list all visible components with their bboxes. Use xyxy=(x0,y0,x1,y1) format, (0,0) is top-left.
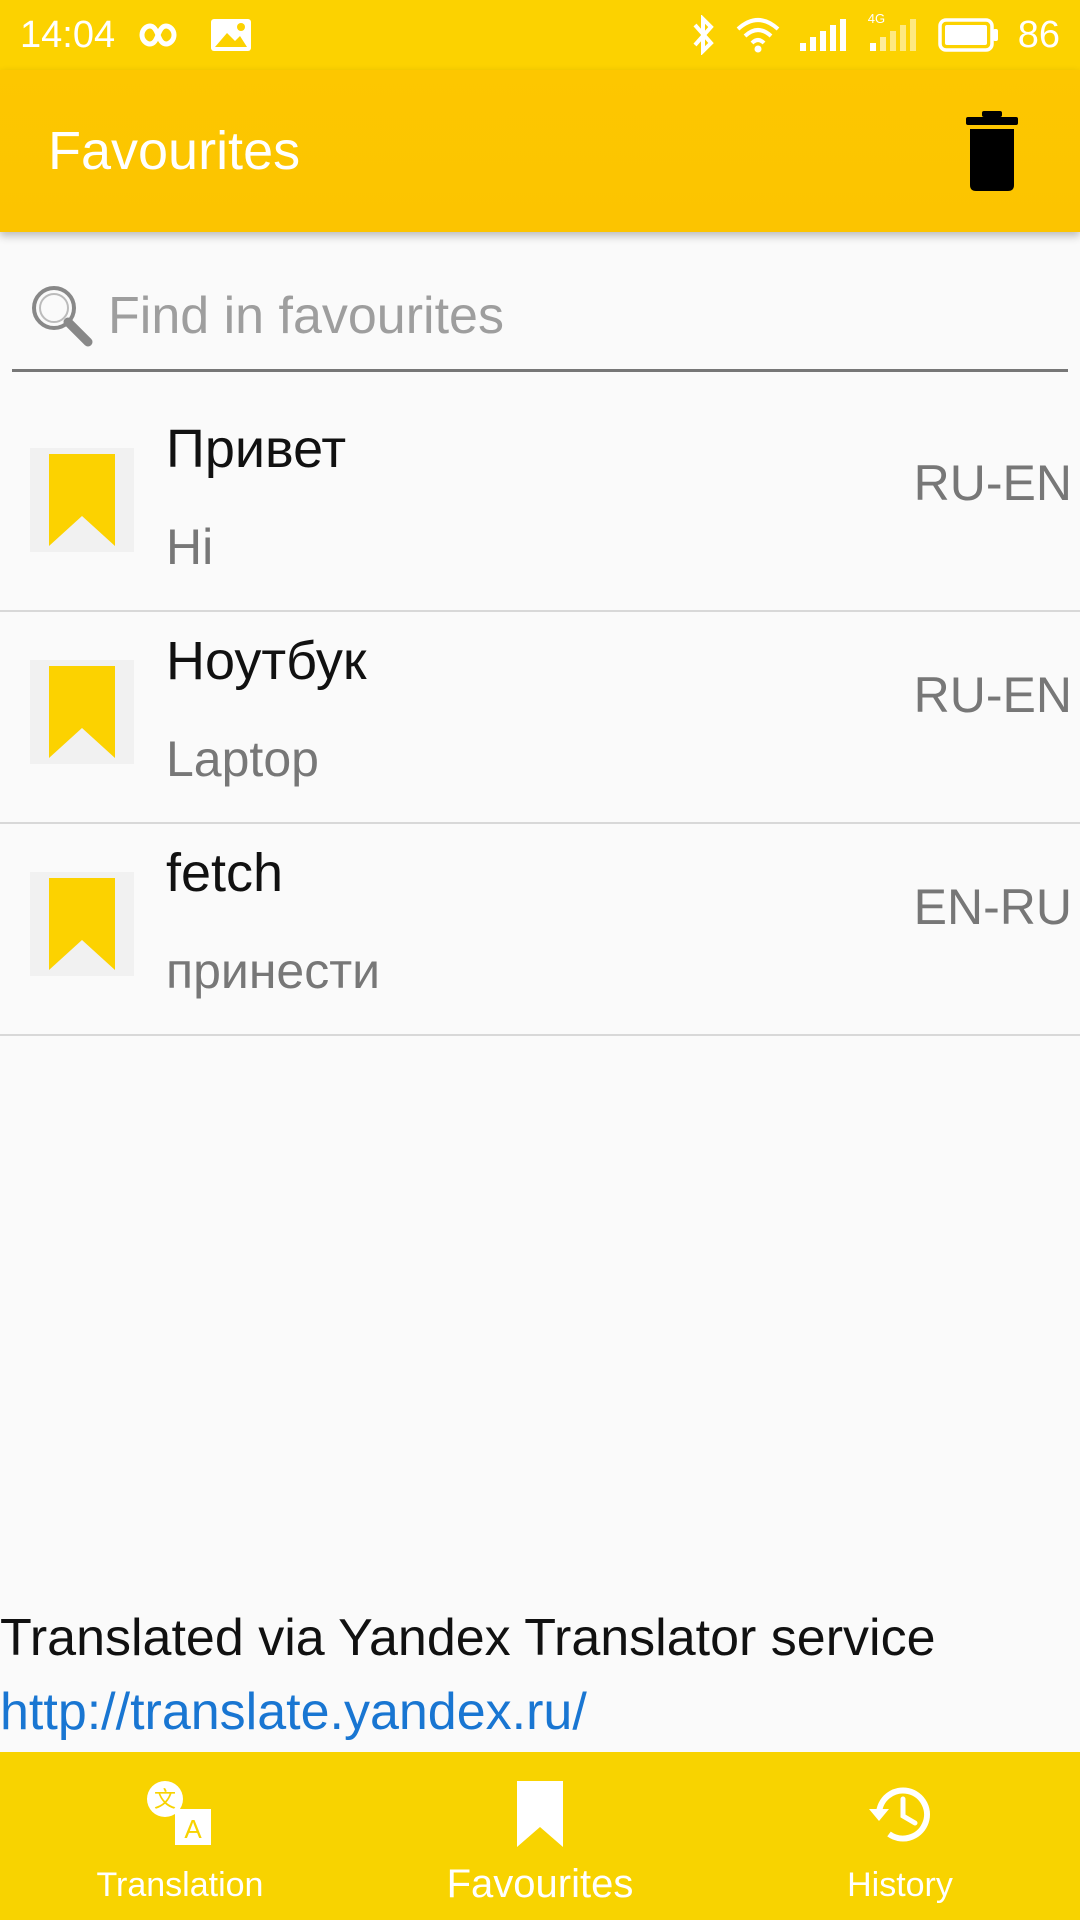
wifi-icon xyxy=(736,17,780,53)
battery-icon xyxy=(937,18,1000,52)
translate-icon: 文 A xyxy=(140,1774,220,1854)
bookmark-icon xyxy=(500,1774,580,1854)
bottom-navigation: 文 A Translation Favourites History xyxy=(0,1752,1080,1920)
attribution: Translated via Yandex Translator service… xyxy=(0,1608,1080,1742)
source-word: Привет xyxy=(166,419,347,479)
search-icon xyxy=(22,276,102,356)
translated-word: Hi xyxy=(166,519,214,575)
language-pair: EN-RU xyxy=(913,879,1072,935)
bluetooth-icon xyxy=(688,15,718,55)
attribution-text: Translated via Yandex Translator service xyxy=(0,1609,936,1667)
language-pair: RU-EN xyxy=(913,667,1072,723)
signal-icon xyxy=(798,17,850,53)
delete-all-button[interactable] xyxy=(952,96,1032,206)
svg-text:A: A xyxy=(184,1814,202,1844)
bookmark-toggle[interactable] xyxy=(30,660,134,764)
bookmark-icon xyxy=(49,454,115,546)
search-bar xyxy=(12,262,1068,372)
tab-label: History xyxy=(847,1866,953,1904)
tab-history[interactable]: History xyxy=(720,1752,1080,1920)
tab-translation[interactable]: 文 A Translation xyxy=(0,1752,360,1920)
trash-icon xyxy=(966,111,1018,191)
infinity-icon xyxy=(137,20,187,50)
list-item[interactable]: Привет Hi RU-EN xyxy=(0,400,1080,612)
tab-favourites[interactable]: Favourites xyxy=(360,1752,720,1920)
favourites-list: Привет Hi RU-EN Ноутбук Laptop RU-EN fet… xyxy=(0,400,1080,1036)
bookmark-icon xyxy=(49,666,115,758)
bookmark-toggle[interactable] xyxy=(30,872,134,976)
image-icon xyxy=(209,17,253,53)
page-title: Favourites xyxy=(48,121,301,181)
list-item[interactable]: Ноутбук Laptop RU-EN xyxy=(0,612,1080,824)
signal-4g-icon: 4G xyxy=(868,11,920,53)
translated-word: Laptop xyxy=(166,731,319,787)
source-word: fetch xyxy=(166,843,284,903)
tab-label: Translation xyxy=(96,1866,264,1904)
yandex-link[interactable]: http://translate.yandex.ru/ xyxy=(0,1682,1080,1742)
source-word: Ноутбук xyxy=(166,631,367,691)
svg-text:文: 文 xyxy=(154,1788,176,1813)
status-time: 14:04 xyxy=(20,13,116,56)
tab-label: Favourites xyxy=(446,1862,634,1906)
bookmark-toggle[interactable] xyxy=(30,448,134,552)
status-bar: 14:04 4G 86 xyxy=(0,0,1080,70)
language-pair: RU-EN xyxy=(913,455,1072,511)
battery-level: 86 xyxy=(1017,13,1060,56)
network-type-label: 4G xyxy=(867,11,886,26)
list-item[interactable]: fetch принести EN-RU xyxy=(0,824,1080,1036)
translated-word: принести xyxy=(166,943,381,999)
search-input[interactable] xyxy=(108,285,1008,346)
app-bar: Favourites xyxy=(0,70,1080,232)
bookmark-icon xyxy=(49,878,115,970)
history-icon xyxy=(860,1774,940,1854)
